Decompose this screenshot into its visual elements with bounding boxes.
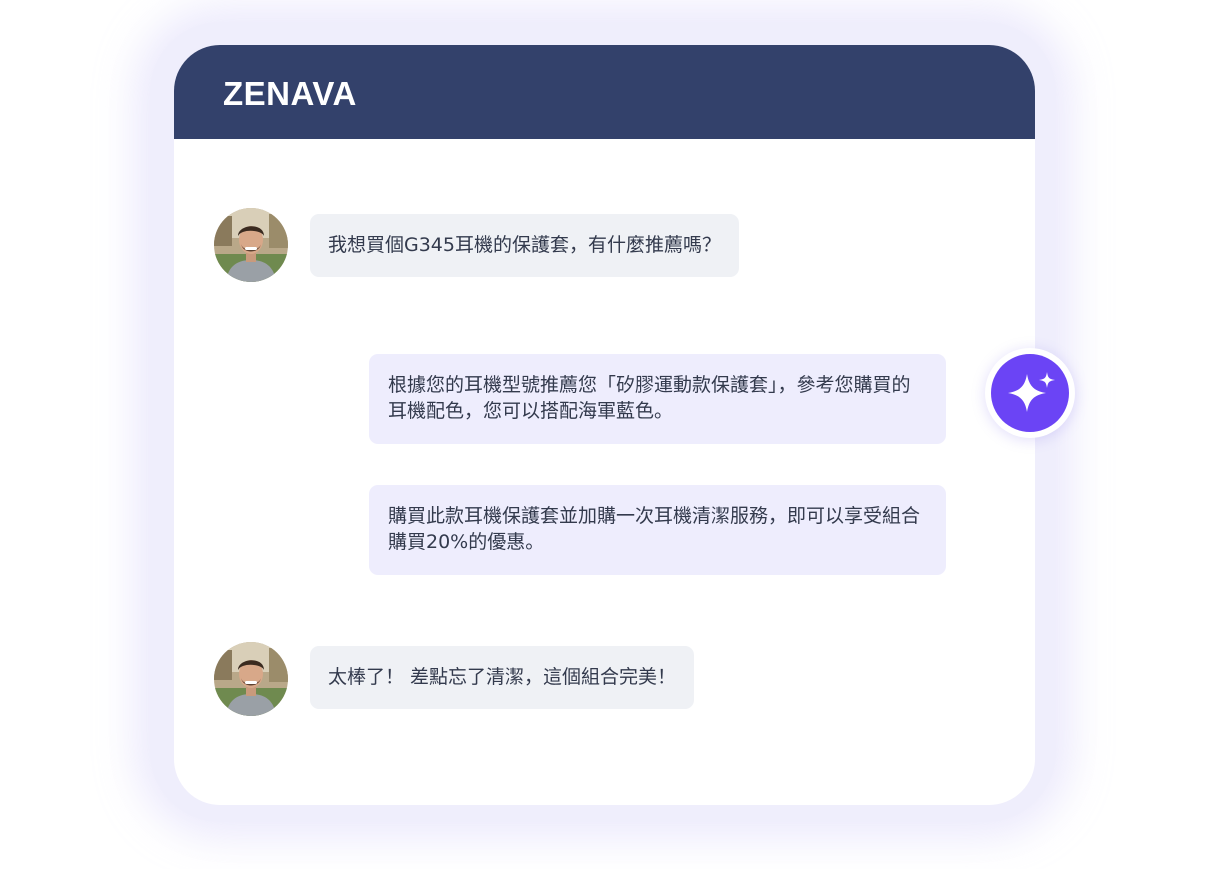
chat-header: ZENAVA [174, 45, 1035, 139]
chat-illustration: ZENAVA 我想買個G345耳機的保護套，有什麼推薦嗎？ 根據您的耳機型號推薦… [0, 0, 1209, 869]
user-avatar [214, 642, 288, 716]
user-message: 我想買個G345耳機的保護套，有什麼推薦嗎？ [310, 214, 739, 277]
assistant-message: 根據您的耳機型號推薦您「矽膠運動款保護套」，參考您購買的耳機配色，您可以搭配海軍… [369, 354, 946, 444]
message-text: 根據您的耳機型號推薦您「矽膠運動款保護套」，參考您購買的耳機配色，您可以搭配海軍… [388, 374, 911, 422]
message-text: 太棒了！ 差點忘了清潔，這個組合完美！ [328, 666, 677, 688]
user-avatar [214, 208, 288, 282]
message-text: 我想買個G345耳機的保護套，有什麼推薦嗎？ [328, 234, 721, 256]
assistant-message: 購買此款耳機保護套並加購一次耳機清潔服務，即可以享受組合購買20%的優惠。 [369, 485, 946, 575]
ai-assistant-badge [985, 348, 1075, 438]
message-text: 購買此款耳機保護套並加購一次耳機清潔服務，即可以享受組合購買20%的優惠。 [388, 505, 921, 553]
chat-window: ZENAVA 我想買個G345耳機的保護套，有什麼推薦嗎？ 根據您的耳機型號推薦… [174, 45, 1035, 805]
sparkle-icon [1008, 372, 1055, 412]
user-message: 太棒了！ 差點忘了清潔，這個組合完美！ [310, 646, 695, 709]
brand-logo: ZENAVA [223, 75, 357, 112]
